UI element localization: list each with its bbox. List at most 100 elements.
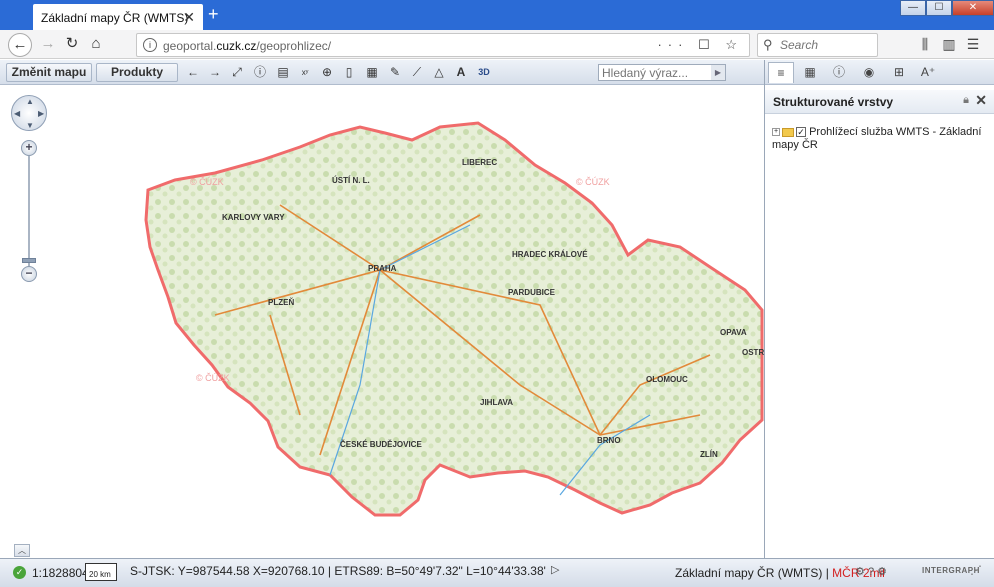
status-bar: ✓ 1:1828804 20 km S-JTSK: Y=987544.58 X=… (0, 558, 994, 587)
close-tab-icon[interactable]: ✕ (183, 9, 195, 26)
status-gear-icon[interactable]: ⚙ (855, 566, 865, 578)
active-layer-label: Základní mapy ČR (WMTS) | MČR 2mil (675, 566, 885, 580)
zoom-out-button[interactable]: − (21, 266, 37, 282)
map-canvas[interactable]: PRAHA PLZEŇ BRNO OSTRAVA OLOMOUC LIBEREC… (0, 85, 764, 558)
pan-down-icon[interactable]: ▼ (26, 121, 34, 130)
watermark: © ČÚZK (190, 177, 224, 187)
map-label-liberec: LIBEREC (462, 158, 497, 167)
map-view[interactable]: PRAHA PLZEŇ BRNO OSTRAVA OLOMOUC LIBEREC… (0, 85, 764, 558)
map-label-olomouc: OLOMOUC (646, 375, 688, 384)
terrain-profile-icon[interactable]: △ (430, 64, 448, 81)
tab-add-layer-icon[interactable]: ⊞ (886, 62, 912, 83)
3d-icon[interactable]: 3D (475, 64, 493, 81)
status-help-icon[interactable]: ? (868, 566, 874, 578)
tab-layers-icon[interactable]: ≡ (768, 62, 794, 83)
status-settings-icon[interactable]: ⚙ (877, 566, 887, 578)
czech-republic-outline (144, 121, 764, 517)
panel-tabs: ≡ ▦ ⓘ ◉ ⊞ A⁺ (765, 60, 994, 85)
watermark: © ČÚZK (196, 373, 230, 383)
panel-header: Strukturované vrstvy 🔒︎ ✕ (765, 90, 994, 114)
collapse-chevron-icon[interactable]: ︿ (14, 544, 30, 557)
print-icon[interactable]: ▤ (274, 64, 292, 81)
profile-chart-icon[interactable]: ⟋ (408, 64, 426, 81)
zoom-slider-track[interactable] (28, 156, 30, 268)
site-info-icon[interactable]: i (143, 38, 157, 52)
folder-icon (782, 127, 794, 137)
zoom-xy-icon[interactable]: ⊕ (318, 64, 336, 81)
map-label-plzen: PLZEŇ (268, 298, 294, 307)
hamburger-menu-icon[interactable]: ☰ (961, 36, 985, 53)
layer-tree-item[interactable]: + ✓ Prohlížecí služba WMTS - Základní map… (772, 126, 987, 152)
minimize-button[interactable]: — (900, 0, 926, 16)
expand-icon[interactable]: + (772, 128, 780, 137)
tab-info-icon[interactable]: ⓘ (826, 62, 852, 83)
status-ok-icon: ✓ (13, 566, 26, 579)
coordinates-readout: S-JTSK: Y=987544.58 X=920768.10 | ETRS89… (130, 564, 546, 578)
reload-button[interactable]: ↻ (60, 33, 84, 57)
map-toolbar: Změnit mapu Produkty ← → ⤢ ⓘ ▤ xʸ ⊕ ▯ ▦ … (0, 60, 764, 85)
back-button[interactable]: ← (8, 33, 32, 57)
watermark: © ČÚZK (576, 177, 610, 187)
map-label-zlin: ZLÍN (700, 450, 718, 459)
xy-coordinates-icon[interactable]: xʸ (296, 64, 314, 81)
url-text: geoportal.cuzk.cz/geoprohlizec/ (163, 39, 332, 53)
text-icon[interactable]: A (452, 64, 470, 81)
table-icon[interactable]: ▦ (363, 64, 381, 81)
tab-title: Základní mapy ČR (WMTS) (41, 11, 189, 25)
search-icon: ⚲ (763, 37, 773, 52)
map-label-praha: PRAHA (368, 264, 397, 273)
layers-panel: ≡ ▦ ⓘ ◉ ⊞ A⁺ Strukturované vrstvy 🔒︎ ✕ +… (764, 60, 994, 558)
panel-title: Strukturované vrstvy (773, 95, 894, 109)
tab-globe-icon[interactable]: ◉ (856, 62, 882, 83)
browser-titlebar: Základní mapy ČR (WMTS) ✕ + — ☐ ✕ (0, 0, 994, 30)
tab-add-text-icon[interactable]: A⁺ (915, 62, 941, 83)
new-tab-button[interactable]: + (208, 4, 219, 25)
pan-left-icon[interactable]: ◀ (14, 109, 20, 118)
wrench-icon[interactable]: ✎ (386, 64, 404, 81)
info-icon[interactable]: ⓘ (251, 64, 269, 81)
browser-search-bar[interactable]: ⚲ (757, 33, 878, 57)
zoom-slider-handle[interactable] (22, 258, 36, 263)
map-label-hradec-kralove: HRADEC KRÁLOVÉ (512, 250, 588, 259)
lock-icon[interactable]: 🔒︎ (963, 94, 969, 107)
map-label-ostrava: OSTRAVA (742, 348, 764, 357)
home-button[interactable]: ⌂ (84, 33, 108, 57)
full-extent-icon[interactable]: ⤢ (228, 64, 246, 81)
resize-grip-icon[interactable]: ⋰ (970, 563, 982, 577)
browser-navbar: ← → ↻ ⌂ i geoportal.cuzk.cz/geoprohlizec… (0, 30, 994, 59)
forward-button[interactable]: → (36, 33, 60, 57)
url-bar[interactable]: i geoportal.cuzk.cz/geoprohlizec/ ··· ☐ … (136, 33, 750, 57)
products-button[interactable]: Produkty (96, 63, 178, 82)
forward-arrow-icon[interactable]: → (206, 64, 224, 81)
page-actions-icons[interactable]: ··· ☐ ☆ (657, 37, 743, 53)
close-panel-icon[interactable]: ✕ (975, 92, 987, 109)
tab-grid-icon[interactable]: ▦ (797, 62, 823, 83)
zoom-in-button[interactable]: + (21, 140, 37, 156)
pan-up-icon[interactable]: ▲ (26, 97, 34, 106)
browser-toolbar-icons: ⫼ ▥ ☰ (913, 36, 985, 53)
browser-search-input[interactable] (780, 37, 872, 53)
scale-bar-label: 20 km (89, 570, 111, 579)
library-icon[interactable]: ⫼ (913, 36, 937, 53)
place-search-box[interactable]: ▶ (598, 64, 726, 81)
map-label-pardubice: PARDUBICE (508, 288, 556, 297)
zoom-control[interactable]: + − (21, 140, 39, 285)
maximize-button[interactable]: ☐ (926, 0, 952, 16)
map-label-jihlava: JIHLAVA (480, 398, 513, 407)
map-scale: 1:1828804 (32, 566, 89, 580)
coordinates-expand-icon[interactable]: ▷ (551, 563, 559, 576)
place-search-input[interactable] (599, 65, 711, 80)
pan-right-icon[interactable]: ▶ (38, 109, 44, 118)
scale-bar: 20 km (85, 563, 117, 581)
back-arrow-icon[interactable]: ← (184, 64, 202, 81)
close-window-button[interactable]: ✕ (952, 0, 994, 16)
status-icons: ⚙ ? ⚙ (855, 565, 887, 578)
map-label-ceske-budejovice: ČESKÉ BUDĚJOVICE (340, 440, 422, 449)
measure-icon[interactable]: ▯ (340, 64, 358, 81)
pan-control[interactable]: ▲ ▼ ◀ ▶ (11, 95, 47, 131)
browser-tab[interactable]: Základní mapy ČR (WMTS) ✕ (33, 4, 203, 30)
search-go-icon[interactable]: ▶ (711, 65, 725, 80)
change-map-button[interactable]: Změnit mapu (6, 63, 92, 82)
sidebar-icon[interactable]: ▥ (937, 36, 961, 53)
layer-checkbox[interactable]: ✓ (796, 127, 806, 138)
